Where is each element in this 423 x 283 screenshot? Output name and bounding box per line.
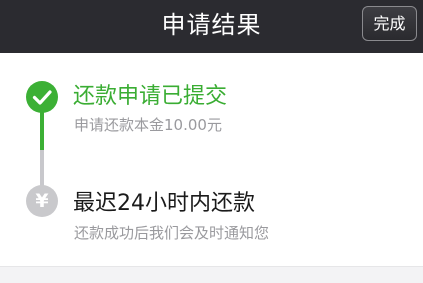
step-2-subtitle: 还款成功后我们会及时通知您 [74,224,270,242]
yen-glyph: ¥ [35,190,49,212]
step-1-title: 还款申请已提交 [73,84,228,109]
done-button[interactable]: 完成 [362,6,417,41]
navigation-bar: 申请结果 完成 [0,0,423,53]
yen-icon: ¥ [26,185,58,217]
bottom-divider [0,266,423,283]
check-icon [26,81,58,113]
step-2-title: 最迟24小时内还款 [73,191,255,216]
step-1-subtitle: 申请还款本金10.00元 [74,116,222,134]
page-title: 申请结果 [161,11,262,39]
progress-line-pending [40,150,44,186]
progress-line-completed [40,110,44,152]
